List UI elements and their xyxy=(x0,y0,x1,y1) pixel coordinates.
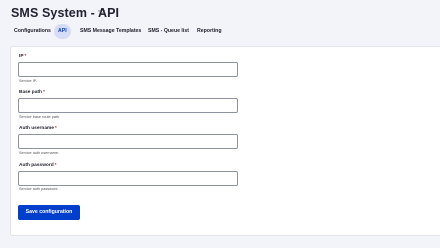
required-marker: * xyxy=(24,54,27,59)
auth-password-label-text: Auth password xyxy=(19,163,54,168)
ip-label-text: IP xyxy=(19,54,24,59)
tab-sms-queue-list[interactable]: SMS - Queue list xyxy=(144,24,193,39)
auth-username-description: Service auth username. xyxy=(19,151,60,155)
page-header: SMS System - API ☆ Configurations API SM… xyxy=(0,0,440,48)
required-marker: * xyxy=(54,126,57,131)
tab-configurations[interactable]: Configurations xyxy=(10,24,55,39)
base-path-description: Service base route path. xyxy=(19,115,61,119)
save-configuration-button[interactable]: Save configuration xyxy=(18,205,80,220)
ip-label: IP* xyxy=(19,54,26,59)
auth-password-input[interactable] xyxy=(18,171,238,186)
tab-sms-message-templates[interactable]: SMS Message Templates xyxy=(76,24,145,39)
required-marker: * xyxy=(54,163,57,168)
base-path-input[interactable] xyxy=(18,98,238,113)
tab-api[interactable]: API xyxy=(54,24,71,39)
star-icon[interactable]: ☆ xyxy=(97,7,106,19)
base-path-label-text: Base path xyxy=(19,90,42,95)
tab-reporting[interactable]: Reporting xyxy=(193,24,226,39)
required-marker: * xyxy=(42,90,45,95)
auth-password-label: Auth password* xyxy=(19,163,57,168)
auth-username-input[interactable] xyxy=(18,134,238,149)
base-path-label: Base path* xyxy=(19,90,45,95)
auth-username-label: Auth username* xyxy=(19,126,57,131)
ip-input[interactable] xyxy=(18,62,238,77)
auth-password-description: Service auth password. xyxy=(19,187,59,191)
ip-description: Service IP. xyxy=(19,79,37,83)
auth-username-label-text: Auth username xyxy=(19,126,54,131)
